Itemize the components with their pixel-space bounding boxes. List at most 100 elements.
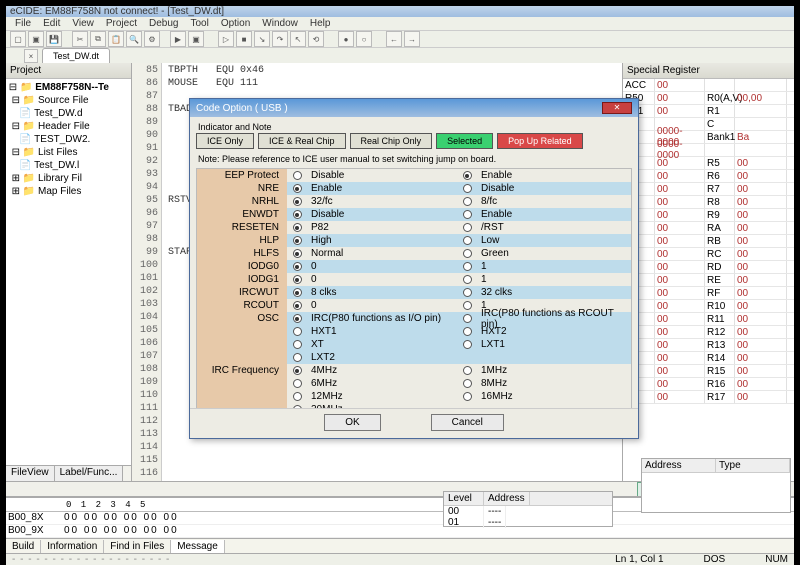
radio-icon[interactable] xyxy=(293,314,302,323)
option-row[interactable]: IODG001 xyxy=(197,260,631,273)
tab-real-only[interactable]: Real Chip Only xyxy=(350,133,433,149)
tree-item[interactable]: Test_DW.l xyxy=(34,160,79,171)
tree-item[interactable]: Map Files xyxy=(38,186,81,197)
radio-icon[interactable] xyxy=(463,197,472,206)
bp-icon[interactable]: ● xyxy=(338,31,354,47)
cut-icon[interactable]: ✂ xyxy=(72,31,88,47)
radio-icon[interactable] xyxy=(463,236,472,245)
radio-icon[interactable] xyxy=(463,171,472,180)
radio-icon[interactable] xyxy=(293,353,302,362)
radio-icon[interactable] xyxy=(463,379,472,388)
register-grid[interactable]: ACC00R5000R0(A,V)00,00R5100R1C0000-0000B… xyxy=(623,79,794,481)
step-icon[interactable]: ↘ xyxy=(254,31,270,47)
radio-icon[interactable] xyxy=(293,392,302,401)
tree-item[interactable]: Header File xyxy=(38,121,90,132)
tab-ice-only[interactable]: ICE Only xyxy=(196,133,254,149)
find-icon[interactable]: 🔍 xyxy=(126,31,142,47)
reset-icon[interactable]: ⟲ xyxy=(308,31,324,47)
tab-fileview[interactable]: FileView xyxy=(6,466,55,481)
radio-icon[interactable] xyxy=(463,210,472,219)
tree-item[interactable]: List Files xyxy=(38,147,77,158)
data-row[interactable]: B00_9X00 00 00 00 00 00 xyxy=(6,525,794,538)
option-row[interactable]: IRC Frequency4MHz1MHz xyxy=(197,364,631,377)
new-icon[interactable]: ▢ xyxy=(10,31,26,47)
option-row[interactable]: OSCIRC(P80 functions as I/O pin)IRC(P80 … xyxy=(197,312,631,325)
radio-icon[interactable] xyxy=(463,314,472,323)
menu-view[interactable]: View xyxy=(67,17,99,30)
ok-button[interactable]: OK xyxy=(324,414,380,431)
option-row[interactable]: IRCWUT8 clks32 clks xyxy=(197,286,631,299)
option-row[interactable]: NRHL32/fc8/fc xyxy=(197,195,631,208)
option-row[interactable]: RESETENP82/RST xyxy=(197,221,631,234)
cancel-button[interactable]: Cancel xyxy=(431,414,504,431)
menu-file[interactable]: File xyxy=(10,17,36,30)
radio-icon[interactable] xyxy=(293,379,302,388)
radio-icon[interactable] xyxy=(463,223,472,232)
radio-icon[interactable] xyxy=(463,340,472,349)
radio-icon[interactable] xyxy=(293,262,302,271)
tab-find[interactable]: Find in Files xyxy=(104,540,171,553)
menu-project[interactable]: Project xyxy=(101,17,142,30)
tab-info[interactable]: Information xyxy=(41,540,104,553)
radio-icon[interactable] xyxy=(463,392,472,401)
option-row[interactable]: HXT1HXT2 xyxy=(197,325,631,338)
radio-icon[interactable] xyxy=(463,262,472,271)
rebuild-icon[interactable]: ▣ xyxy=(188,31,204,47)
stop-icon[interactable]: ■ xyxy=(236,31,252,47)
option-row[interactable]: HLPHighLow xyxy=(197,234,631,247)
tab-close-icon[interactable]: × xyxy=(24,49,38,63)
menu-debug[interactable]: Debug xyxy=(144,17,183,30)
replace-icon[interactable]: ⚙ xyxy=(144,31,160,47)
radio-icon[interactable] xyxy=(293,327,302,336)
step-over-icon[interactable]: ↷ xyxy=(272,31,288,47)
prev-icon[interactable]: ← xyxy=(386,31,402,47)
option-row[interactable]: HLFSNormalGreen xyxy=(197,247,631,260)
data-row[interactable]: B00_8X00 00 00 00 00 00 xyxy=(6,512,794,525)
next-icon[interactable]: → xyxy=(404,31,420,47)
bp-clear-icon[interactable]: ○ xyxy=(356,31,372,47)
radio-icon[interactable] xyxy=(463,327,472,336)
option-list[interactable]: EEP ProtectDisableEnableNREEnableDisable… xyxy=(196,168,632,408)
option-row[interactable]: 6MHz8MHz xyxy=(197,377,631,390)
radio-icon[interactable] xyxy=(293,249,302,258)
radio-icon[interactable] xyxy=(293,366,302,375)
tab-popup[interactable]: Pop Up Related xyxy=(497,133,583,149)
step-out-icon[interactable]: ↖ xyxy=(290,31,306,47)
radio-icon[interactable] xyxy=(293,275,302,284)
radio-icon[interactable] xyxy=(293,197,302,206)
tab-labelfunc[interactable]: Label/Func... xyxy=(55,466,124,481)
paste-icon[interactable]: 📋 xyxy=(108,31,124,47)
option-row[interactable]: 12MHz16MHz xyxy=(197,390,631,403)
tab-ice-real[interactable]: ICE & Real Chip xyxy=(258,133,346,149)
radio-icon[interactable] xyxy=(293,171,302,180)
menu-window[interactable]: Window xyxy=(257,17,303,30)
copy-icon[interactable]: ⧉ xyxy=(90,31,106,47)
option-row[interactable]: IODG101 xyxy=(197,273,631,286)
tree-item[interactable]: Source File xyxy=(38,95,89,106)
radio-icon[interactable] xyxy=(463,275,472,284)
radio-icon[interactable] xyxy=(463,184,472,193)
radio-icon[interactable] xyxy=(463,301,472,310)
tree-item[interactable]: TEST_DW2. xyxy=(34,134,90,145)
radio-icon[interactable] xyxy=(293,236,302,245)
tree-item[interactable]: Test_DW.d xyxy=(34,108,82,119)
radio-icon[interactable] xyxy=(463,366,472,375)
doc-tab[interactable]: Test_DW.dt xyxy=(42,48,110,63)
open-icon[interactable]: ▣ xyxy=(28,31,44,47)
project-tree[interactable]: ⊟📁 EM88F758N--Te ⊟📁 Source File 📄 Test_D… xyxy=(6,79,131,465)
build-icon[interactable]: ▶ xyxy=(170,31,186,47)
option-row[interactable]: EEP ProtectDisableEnable xyxy=(197,169,631,182)
menu-edit[interactable]: Edit xyxy=(38,17,65,30)
save-icon[interactable]: 💾 xyxy=(46,31,62,47)
option-row[interactable]: ENWDTDisableEnable xyxy=(197,208,631,221)
option-row[interactable]: NREEnableDisable xyxy=(197,182,631,195)
radio-icon[interactable] xyxy=(463,288,472,297)
radio-icon[interactable] xyxy=(463,249,472,258)
radio-icon[interactable] xyxy=(293,184,302,193)
radio-icon[interactable] xyxy=(293,223,302,232)
tab-message[interactable]: Message xyxy=(171,540,225,553)
menu-tool[interactable]: Tool xyxy=(185,17,213,30)
option-row[interactable]: XTLXT1 xyxy=(197,338,631,351)
tree-root[interactable]: EM88F758N--Te xyxy=(35,82,109,93)
dialog-titlebar[interactable]: Code Option ( USB ) ✕ xyxy=(190,99,638,117)
